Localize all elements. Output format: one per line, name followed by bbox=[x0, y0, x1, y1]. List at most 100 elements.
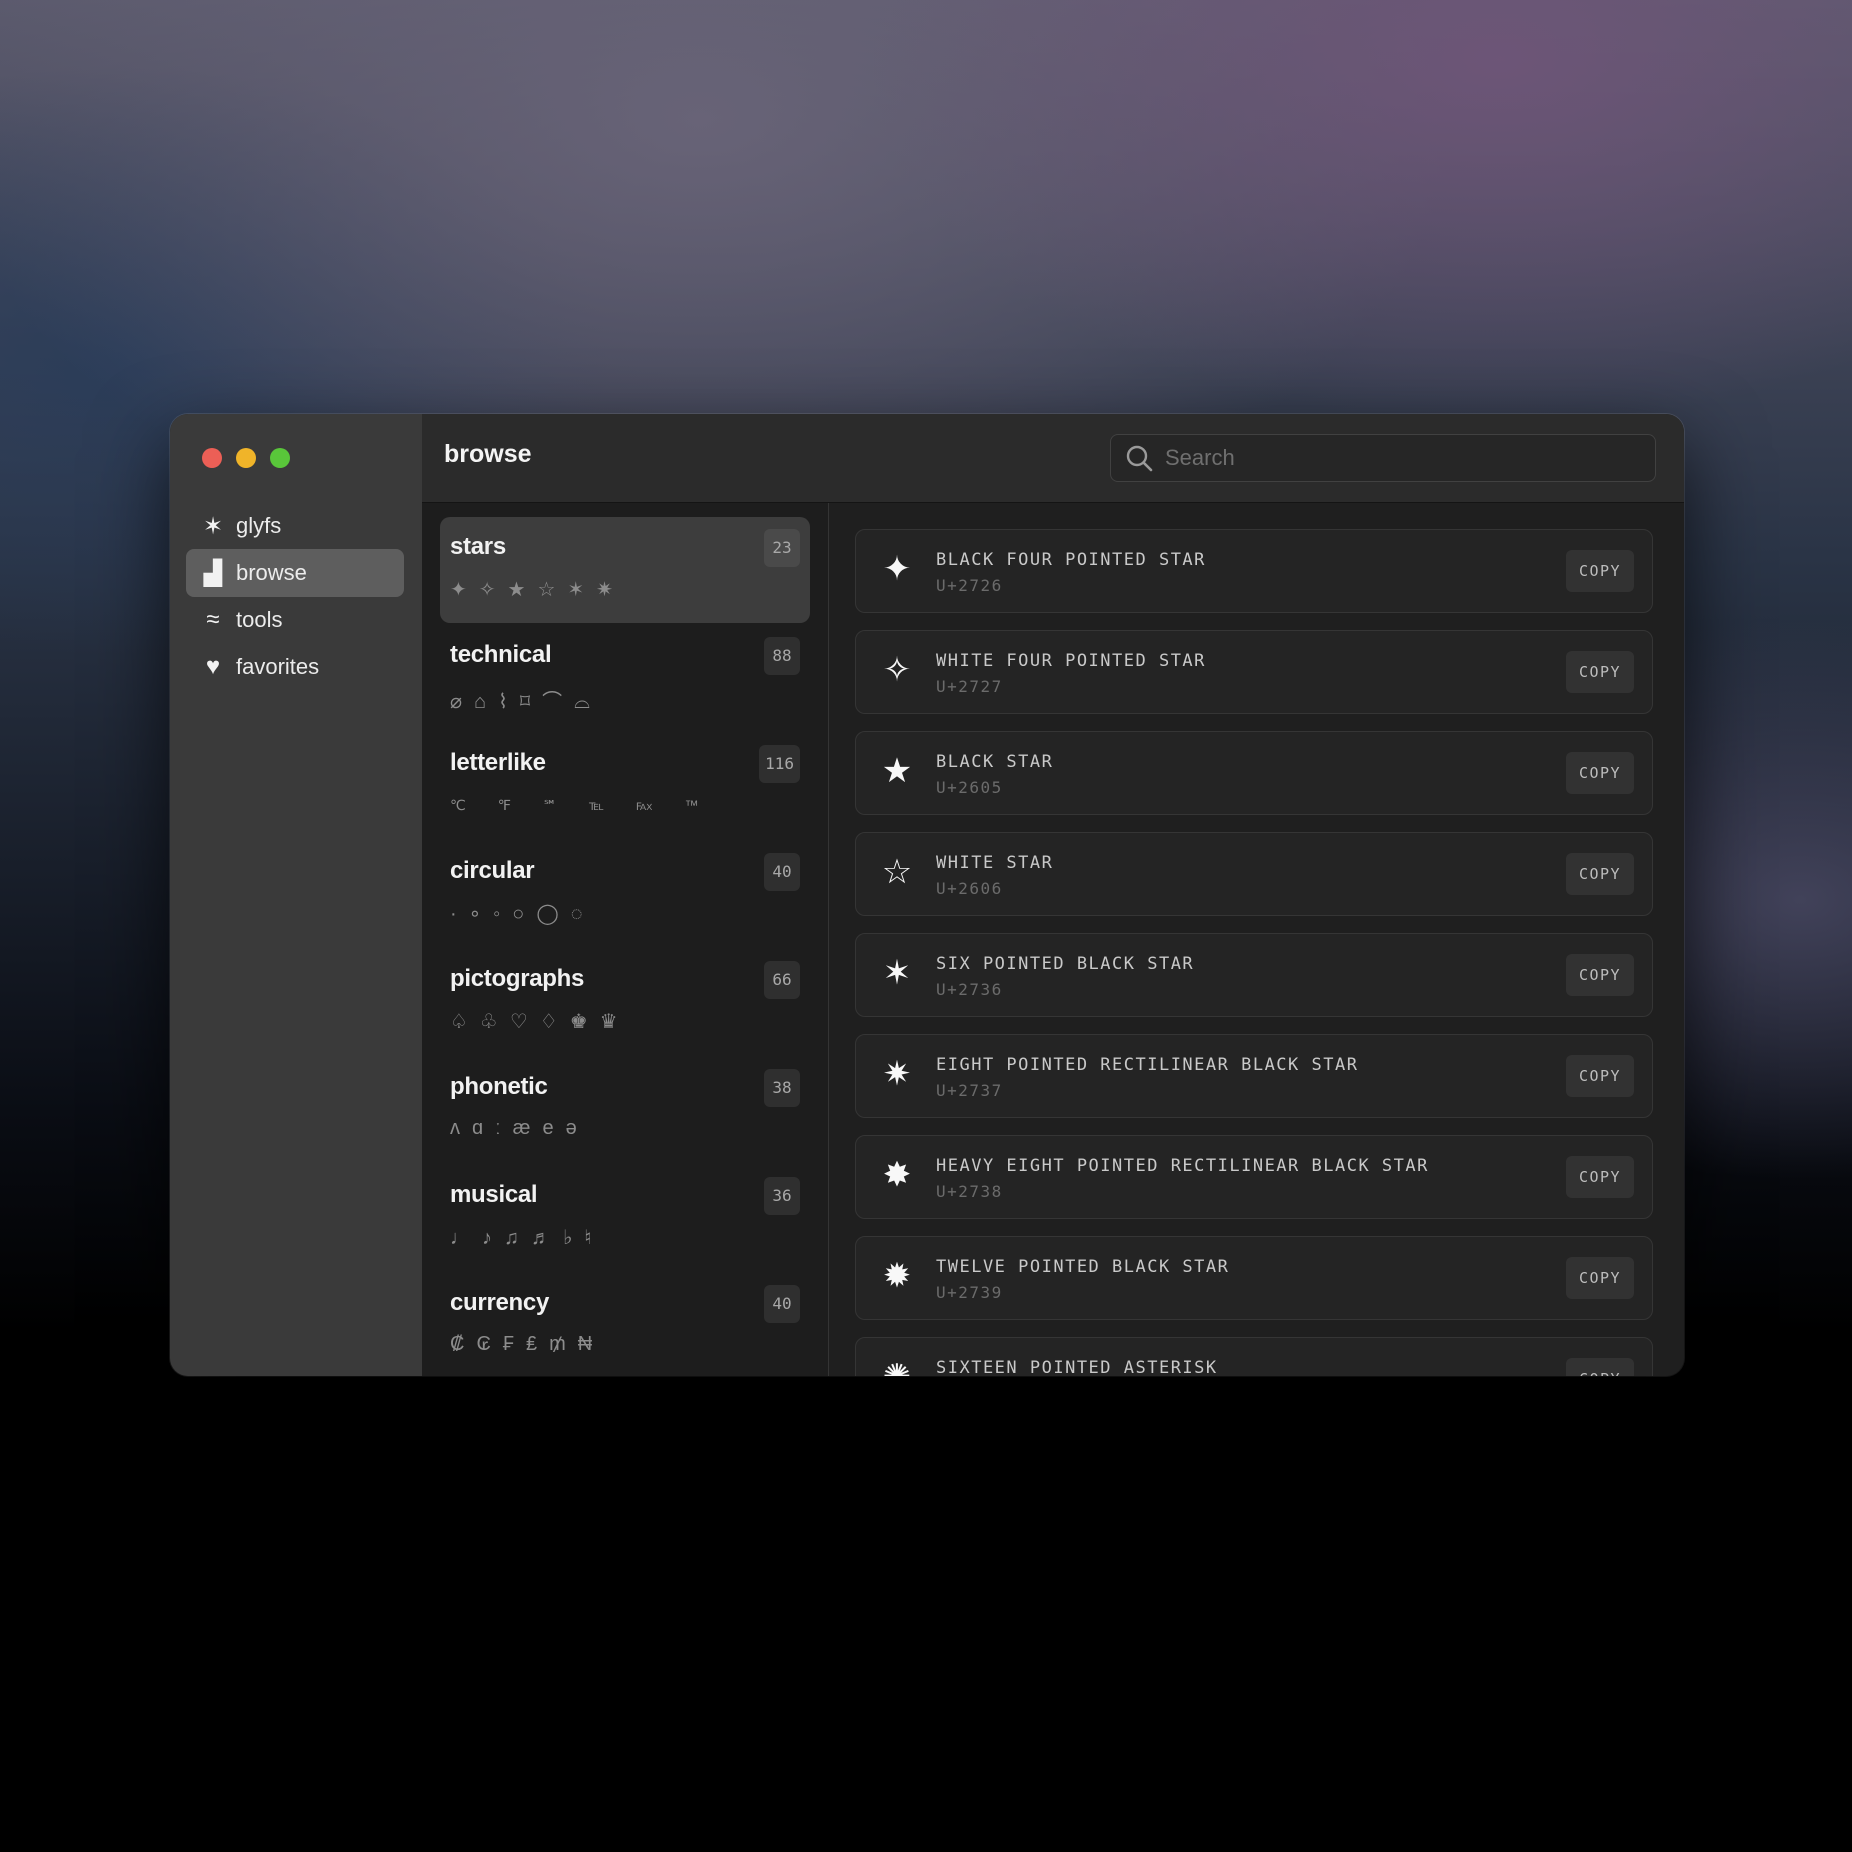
asterisk-star-icon: ✶ bbox=[202, 512, 224, 540]
category-name: currency bbox=[450, 1289, 549, 1316]
category-name: pictographs bbox=[450, 965, 585, 992]
category-count-badge: 38 bbox=[764, 1069, 800, 1107]
glyph-preview-icon: ★ bbox=[881, 752, 913, 790]
browse-blocks-icon: ▟ bbox=[203, 559, 223, 587]
category-musical[interactable]: musical 36 ♩♪♫♬♭♮ bbox=[440, 1165, 810, 1271]
category-pictographs[interactable]: pictographs 66 ♤♧♡♢♚♛ bbox=[440, 949, 810, 1055]
glyph-row[interactable]: ✦ BLACK FOUR POINTED STAR U+2726 COPY bbox=[855, 529, 1653, 613]
category-currency[interactable]: currency 40 ₡₢₣₤₥₦ bbox=[440, 1273, 810, 1376]
glyph-row[interactable]: ✧ WHITE FOUR POINTED STAR U+2727 COPY bbox=[855, 630, 1653, 714]
glyph-preview-icon: ✶ bbox=[882, 954, 912, 992]
glyph-codepoint: U+2726 bbox=[936, 576, 1003, 595]
glyph-codepoint: U+2738 bbox=[936, 1182, 1003, 1201]
glyph-name: SIXTEEN POINTED ASTERISK bbox=[936, 1358, 1218, 1376]
copy-button[interactable]: COPY bbox=[1566, 1156, 1634, 1198]
zoom-window-button[interactable] bbox=[270, 448, 290, 468]
heart-icon: ♥ bbox=[205, 653, 221, 680]
glyph-name: WHITE FOUR POINTED STAR bbox=[936, 651, 1206, 671]
copy-button[interactable]: COPY bbox=[1566, 1358, 1634, 1376]
glyph-preview-icon: ☆ bbox=[881, 853, 913, 891]
category-letterlike[interactable]: letterlike 116 ℃ ℉ ℠ ℡ ℻ ™ bbox=[440, 733, 810, 839]
glyph-preview-icon: ✦ bbox=[882, 550, 912, 588]
copy-button[interactable]: COPY bbox=[1566, 1257, 1634, 1299]
copy-button[interactable]: COPY bbox=[1566, 1055, 1634, 1097]
category-technical[interactable]: technical 88 ⌀⌂⌇⌑⌒⌓ bbox=[440, 625, 810, 731]
minimize-window-button[interactable] bbox=[236, 448, 256, 468]
copy-button[interactable]: COPY bbox=[1566, 651, 1634, 693]
sidebar-nav: ✶ glyfs ▟ browse ≈ tools ♥ favorites bbox=[186, 502, 404, 690]
category-glyph-preview: ℃ ℉ ℠ ℡ ℻ ™ bbox=[450, 797, 713, 813]
category-count-badge: 88 bbox=[764, 637, 800, 675]
glyph-name: EIGHT POINTED RECTILINEAR BLACK STAR bbox=[936, 1055, 1359, 1075]
category-phonetic[interactable]: phonetic 38 ʌɑːæeə bbox=[440, 1057, 810, 1163]
glyph-row[interactable]: ✶ SIX POINTED BLACK STAR U+2736 COPY bbox=[855, 933, 1653, 1017]
glyph-row[interactable]: ✺ SIXTEEN POINTED ASTERISK COPY bbox=[855, 1337, 1653, 1376]
glyph-row[interactable]: ★ BLACK STAR U+2605 COPY bbox=[855, 731, 1653, 815]
glyph-preview-icon: ✹ bbox=[882, 1257, 912, 1295]
glyph-codepoint: U+2606 bbox=[936, 879, 1003, 898]
glyph-codepoint: U+2737 bbox=[936, 1081, 1003, 1100]
category-count-badge: 40 bbox=[764, 1285, 800, 1323]
category-name: stars bbox=[450, 533, 506, 560]
category-name: letterlike bbox=[450, 749, 546, 776]
category-glyph-preview: ♩♪♫♬♭♮ bbox=[450, 1227, 604, 1249]
toolbar: browse bbox=[422, 414, 1684, 503]
category-name: phonetic bbox=[450, 1073, 548, 1100]
sidebar-item-label: tools bbox=[236, 607, 283, 632]
search-icon bbox=[1126, 445, 1153, 472]
page-title: browse bbox=[444, 440, 532, 468]
glyph-preview-icon: ✺ bbox=[876, 1356, 918, 1376]
category-glyph-preview: ʌɑːæeə bbox=[450, 1117, 589, 1139]
glyph-preview-icon: ✷ bbox=[882, 1055, 912, 1093]
glyph-codepoint: U+2727 bbox=[936, 677, 1003, 696]
category-name: musical bbox=[450, 1181, 538, 1208]
sidebar-item-favorites[interactable]: ♥ favorites bbox=[186, 643, 404, 691]
copy-button[interactable]: COPY bbox=[1566, 954, 1634, 996]
glyph-row[interactable]: ☆ WHITE STAR U+2606 COPY bbox=[855, 832, 1653, 916]
search-box[interactable] bbox=[1110, 434, 1656, 482]
sidebar-item-label: browse bbox=[236, 560, 307, 585]
glyph-name: BLACK STAR bbox=[936, 752, 1054, 772]
category-list: stars 23 ✦✧★☆✶✷ technical 88 ⌀⌂⌇⌑⌒⌓ letterlike… bbox=[422, 503, 829, 1376]
category-circular[interactable]: circular 40 ·∘◦○◯◌ bbox=[440, 841, 810, 947]
copy-button[interactable]: COPY bbox=[1566, 853, 1634, 895]
sidebar-item-label: favorites bbox=[236, 654, 320, 679]
glyph-name: TWELVE POINTED BLACK STAR bbox=[936, 1257, 1230, 1277]
close-window-button[interactable] bbox=[202, 448, 222, 468]
sidebar-item-glyfs[interactable]: ✶ glyfs bbox=[186, 502, 404, 550]
app-window: ✶ glyfs ▟ browse ≈ tools ♥ favorites browse sta… bbox=[170, 414, 1684, 1376]
category-glyph-preview: ₡₢₣₤₥₦ bbox=[450, 1333, 605, 1355]
glyph-preview-icon: ✸ bbox=[882, 1156, 912, 1194]
category-count-badge: 23 bbox=[764, 529, 800, 567]
sidebar-item-label: glyfs bbox=[236, 513, 282, 538]
glyph-name: HEAVY EIGHT POINTED RECTILINEAR BLACK ST… bbox=[936, 1156, 1429, 1176]
category-glyph-preview: ♤♧♡♢♚♛ bbox=[450, 1011, 630, 1033]
copy-button[interactable]: COPY bbox=[1566, 752, 1634, 794]
glyph-name: BLACK FOUR POINTED STAR bbox=[936, 550, 1206, 570]
glyph-row[interactable]: ✸ HEAVY EIGHT POINTED RECTILINEAR BLACK S… bbox=[855, 1135, 1653, 1219]
category-stars[interactable]: stars 23 ✦✧★☆✶✷ bbox=[440, 517, 810, 623]
category-count-badge: 40 bbox=[764, 853, 800, 891]
glyph-codepoint: U+2605 bbox=[936, 778, 1003, 797]
category-name: technical bbox=[450, 641, 552, 668]
glyph-row[interactable]: ✹ TWELVE POINTED BLACK STAR U+2739 COPY bbox=[855, 1236, 1653, 1320]
tilde-tools-icon: ≈ bbox=[206, 606, 220, 633]
category-count-badge: 36 bbox=[764, 1177, 800, 1215]
category-glyph-preview: ✦✧★☆✶✷ bbox=[450, 579, 625, 601]
sidebar: ✶ glyfs ▟ browse ≈ tools ♥ favorites bbox=[170, 414, 423, 1376]
category-name: circular bbox=[450, 857, 535, 884]
sidebar-item-tools[interactable]: ≈ tools bbox=[186, 596, 404, 644]
glyph-codepoint: U+2736 bbox=[936, 980, 1003, 999]
copy-button[interactable]: COPY bbox=[1566, 550, 1634, 592]
glyph-name: WHITE STAR bbox=[936, 853, 1054, 873]
window-controls bbox=[202, 448, 290, 468]
category-count-badge: 116 bbox=[759, 745, 800, 783]
glyph-list: ✦ BLACK FOUR POINTED STAR U+2726 COPY ✧ WHITE… bbox=[829, 503, 1684, 1376]
glyph-codepoint: U+2739 bbox=[936, 1283, 1003, 1302]
category-count-badge: 66 bbox=[764, 961, 800, 999]
sidebar-item-browse[interactable]: ▟ browse bbox=[186, 549, 404, 597]
glyph-name: SIX POINTED BLACK STAR bbox=[936, 954, 1195, 974]
glyph-row[interactable]: ✷ EIGHT POINTED RECTILINEAR BLACK STAR U+2… bbox=[855, 1034, 1653, 1118]
search-input[interactable] bbox=[1163, 444, 1647, 472]
category-glyph-preview: ⌀⌂⌇⌑⌒⌓ bbox=[450, 691, 602, 713]
